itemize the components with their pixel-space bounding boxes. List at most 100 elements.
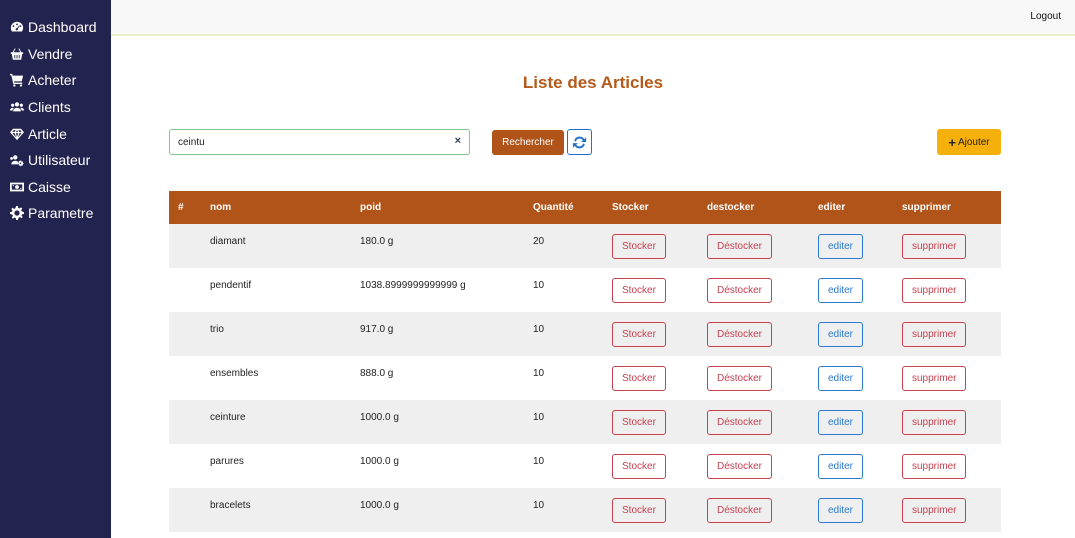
editer-button[interactable]: editer [818,365,864,391]
action-cell: Déstocker [698,268,809,312]
action-cell: Stocker [603,312,698,356]
cell-nom: trio [210,324,224,335]
action-cell: editer [809,224,893,268]
cell-quantite: 10 [533,368,545,379]
destocker-button[interactable]: Déstocker [707,497,773,523]
refresh-button[interactable] [567,129,592,155]
row-number [169,488,201,532]
gauge-icon [9,20,25,34]
supprimer-button[interactable]: supprimer [902,409,967,435]
action-cell: Déstocker [698,356,809,400]
sidebar-item-label: Utilisateur [28,152,91,169]
clear-search-icon[interactable]: × [455,135,461,147]
money-icon [9,180,25,194]
editer-button[interactable]: editer [818,233,864,259]
action-cell: supprimer [893,356,1001,400]
plus-icon: + [948,134,956,150]
action-cell: Déstocker [698,444,809,488]
add-button[interactable]: + Ajouter [937,129,1001,155]
row-number [169,356,201,400]
cart-icon [9,73,25,88]
search-input[interactable] [178,134,438,151]
table-row: ensembles 888.0 g 10 Stocker Déstocker editer… [169,356,1001,400]
action-cell: editer [809,312,893,356]
destocker-button[interactable]: Déstocker [707,233,773,259]
destocker-button[interactable]: Déstocker [707,321,773,347]
cell-poid: 1000.0 g [360,412,399,423]
articles-table: # nom poid Quantité Stocker destocker ed… [169,191,1001,532]
action-cell: editer [809,356,893,400]
column-header: # [178,202,184,213]
cell-poid: 1000.0 g [360,500,399,511]
row-number [169,224,201,268]
sidebar-item-label: Dashboard [28,19,97,36]
supprimer-button[interactable]: supprimer [902,497,967,523]
supprimer-button[interactable]: supprimer [902,321,967,347]
cell-poid: 1000.0 g [360,456,399,467]
destocker-button[interactable]: Déstocker [707,277,773,303]
sidebar-item-clients[interactable]: Clients [0,94,111,121]
stocker-button[interactable]: Stocker [612,497,666,523]
search-field: × [169,129,470,155]
action-cell: Stocker [603,444,698,488]
cell-poid: 1038.8999999999999 g [360,280,466,291]
sidebar-item-utilisateur[interactable]: Utilisateur [0,147,111,174]
editer-button[interactable]: editer [818,453,864,479]
destocker-button[interactable]: Déstocker [707,409,773,435]
table-row: parures 1000.0 g 10 Stocker Déstocker editer s… [169,444,1001,488]
sidebar-item-label: Parametre [28,205,94,222]
stocker-button[interactable]: Stocker [612,365,666,391]
action-cell: editer [809,488,893,532]
row-number [169,400,201,444]
logout-link[interactable]: Logout [1030,11,1061,22]
action-cell: editer [809,268,893,312]
stocker-button[interactable]: Stocker [612,277,666,303]
editer-button[interactable]: editer [818,277,864,303]
add-button-label: Ajouter [957,136,990,148]
action-cell: Déstocker [698,488,809,532]
column-header: destocker [707,202,755,213]
editer-button[interactable]: editer [818,497,864,523]
sidebar-item-parametre[interactable]: Parametre [0,200,111,227]
supprimer-button[interactable]: supprimer [902,277,967,303]
gem-icon [9,127,25,141]
table-row: diamant 180.0 g 20 Stocker Déstocker editer su… [169,224,1001,268]
cell-nom: bracelets [210,500,251,511]
sidebar-item-acheter[interactable]: Acheter [0,67,111,94]
action-cell: Déstocker [698,312,809,356]
action-cell: editer [809,400,893,444]
sidebar-item-label: Acheter [28,72,77,89]
sidebar-item-vendre[interactable]: Vendre [0,41,111,68]
top-bar: Logout [111,0,1075,36]
search-button[interactable]: Rechercher [492,130,564,155]
stocker-button[interactable]: Stocker [612,233,666,259]
cell-nom: ceinture [210,412,246,423]
stocker-button[interactable]: Stocker [612,321,666,347]
stocker-button[interactable]: Stocker [612,453,666,479]
editer-button[interactable]: editer [818,321,864,347]
cell-quantite: 20 [533,236,545,247]
destocker-button[interactable]: Déstocker [707,365,773,391]
column-header: editer [818,202,846,213]
column-header: Quantité [533,202,574,213]
cell-nom: pendentif [210,280,252,291]
supprimer-button[interactable]: supprimer [902,233,967,259]
supprimer-button[interactable]: supprimer [902,453,967,479]
cell-quantite: 10 [533,280,545,291]
sidebar-item-article[interactable]: Article [0,120,111,147]
row-number [169,268,201,312]
action-cell: editer [809,444,893,488]
sidebar-item-dashboard[interactable]: Dashboard [0,14,111,41]
basket-icon [9,47,25,61]
page-title: Liste des Articles [522,73,664,92]
cell-nom: ensembles [210,368,259,379]
stocker-button[interactable]: Stocker [612,409,666,435]
action-cell: supprimer [893,268,1001,312]
editer-button[interactable]: editer [818,409,864,435]
supprimer-button[interactable]: supprimer [902,365,967,391]
action-cell: Stocker [603,488,698,532]
cell-nom: parures [210,456,244,467]
sidebar-item-caisse[interactable]: Caisse [0,174,111,201]
destocker-button[interactable]: Déstocker [707,453,773,479]
cell-poid: 888.0 g [360,368,394,379]
